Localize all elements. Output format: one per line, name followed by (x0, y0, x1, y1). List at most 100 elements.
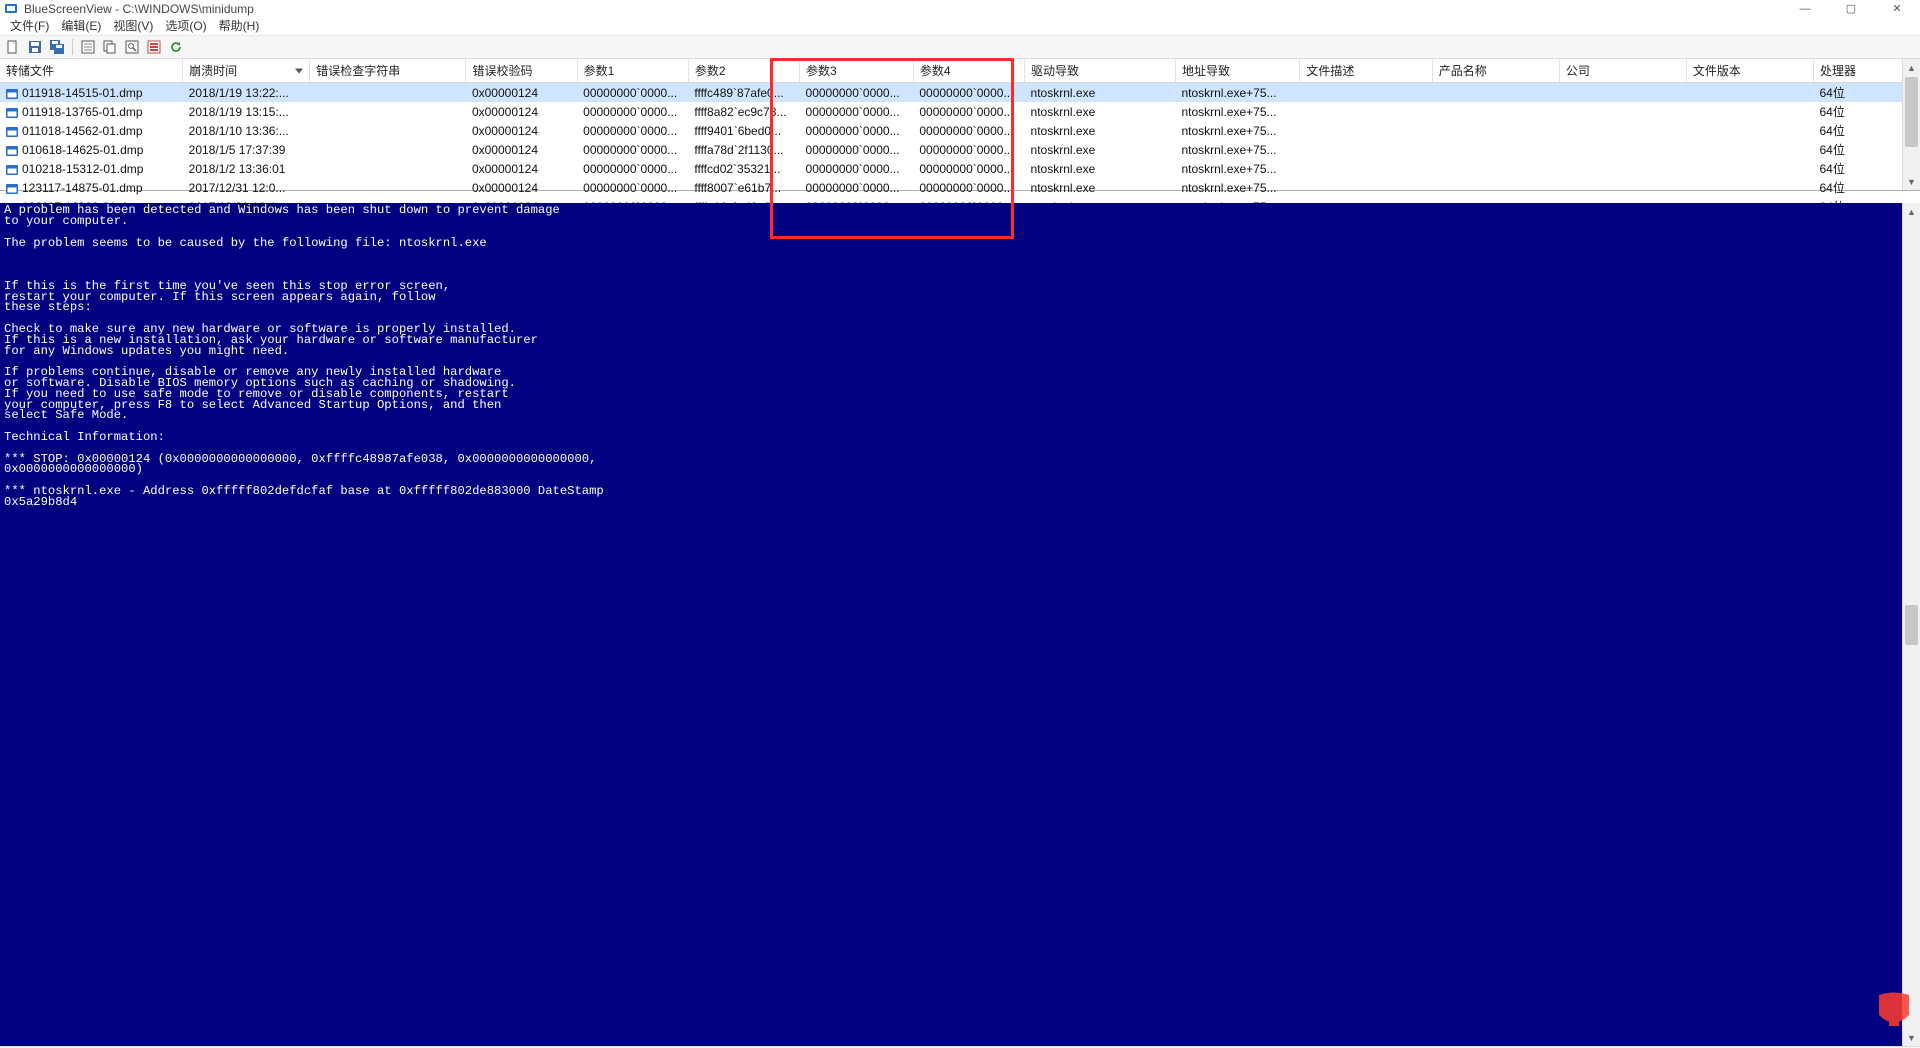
scroll-thumb[interactable] (1905, 605, 1918, 645)
column-header-prodname[interactable]: 产品名称 (1432, 59, 1559, 83)
save-icon[interactable] (26, 38, 44, 56)
column-header-caused_addr[interactable]: 地址导致 (1175, 59, 1299, 83)
dump-file-icon (6, 164, 18, 174)
cell-bugcode: 0x00000124 (466, 83, 577, 103)
table-row[interactable]: 010618-14625-01.dmp2018/1/5 17:37:390x00… (0, 140, 1920, 159)
cell-bugstr (310, 102, 466, 121)
cell-p3: 00000000`0000... (800, 102, 914, 121)
column-header-company[interactable]: 公司 (1559, 59, 1686, 83)
toolbar (0, 36, 1920, 59)
properties-icon[interactable] (79, 38, 97, 56)
cell-p2: ffffa78d`2f1130... (688, 140, 799, 159)
save-all-icon[interactable] (48, 38, 66, 56)
cell-dump: 010618-14625-01.dmp (0, 140, 183, 159)
column-header-p3[interactable]: 参数3 (800, 59, 914, 83)
cell-crashtime: 2017/12/31 12:0... (183, 178, 310, 197)
pane-vertical-scrollbar[interactable]: ▲ ▼ (1902, 203, 1920, 1046)
cell-p1: 00000000`0000... (577, 121, 688, 140)
table-vertical-scrollbar[interactable]: ▲ ▼ (1902, 59, 1920, 190)
cell-bugcode: 0x00000124 (466, 121, 577, 140)
titlebar[interactable]: BlueScreenView - C:\WINDOWS\minidump — ▢… (0, 0, 1920, 17)
column-header-bugcode[interactable]: 错误校验码 (466, 59, 577, 83)
refresh-icon[interactable] (167, 38, 185, 56)
column-header-caused_driver[interactable]: 驱动导致 (1025, 59, 1176, 83)
cell-filedesc (1300, 83, 1432, 103)
table-row[interactable]: 011918-14515-01.dmp2018/1/19 13:22:... 0x… (0, 83, 1920, 103)
column-header-bugstr[interactable]: 错误检查字符串 (310, 59, 466, 83)
menu-view[interactable]: 视图(V) (107, 17, 159, 35)
cell-p3: 00000000`0000... (800, 121, 914, 140)
cell-company (1559, 178, 1686, 197)
cell-p2: ffffc489`87afe0... (688, 83, 799, 103)
cell-p4: 00000000`0000... (913, 140, 1024, 159)
table-row[interactable]: 123117-14875-01.dmp2017/12/31 12:0...0x0… (0, 178, 1920, 197)
column-header-p4[interactable]: 参数4 (913, 59, 1024, 83)
cell-filever (1686, 159, 1813, 178)
cell-dump: 011918-14515-01.dmp (0, 83, 183, 103)
minimize-button[interactable]: — (1782, 0, 1828, 17)
cell-p3: 00000000`0000... (800, 159, 914, 178)
column-header-dump[interactable]: 转储文件 (0, 59, 183, 83)
cell-p2: ffff9401`6bed0... (688, 121, 799, 140)
cell-p4: 00000000`0000... (913, 159, 1024, 178)
column-header-crashtime[interactable]: 崩溃时间 (183, 59, 310, 83)
scroll-down-icon[interactable]: ▼ (1903, 173, 1920, 190)
cell-company (1559, 159, 1686, 178)
cell-prodname (1432, 102, 1559, 121)
cell-p2: ffff8a82`ec9c78... (688, 102, 799, 121)
file-icon[interactable] (4, 38, 22, 56)
options-icon[interactable] (145, 38, 163, 56)
column-header-p1[interactable]: 参数1 (577, 59, 688, 83)
scroll-thumb[interactable] (1905, 77, 1918, 147)
cell-caused_addr: ntoskrnl.exe+75... (1175, 140, 1299, 159)
cell-bugstr (310, 83, 466, 103)
menu-options[interactable]: 选项(O) (159, 17, 212, 35)
toolbar-separator (72, 39, 73, 55)
find-icon[interactable] (123, 38, 141, 56)
cell-filever (1686, 140, 1813, 159)
cell-p4: 00000000`0000... (913, 121, 1024, 140)
cell-company (1559, 102, 1686, 121)
cell-p2: ffffcd02`35321... (688, 159, 799, 178)
scroll-up-icon[interactable]: ▲ (1903, 203, 1920, 220)
cell-prodname (1432, 178, 1559, 197)
dump-file-icon (6, 107, 18, 117)
scroll-down-icon[interactable]: ▼ (1903, 1029, 1920, 1046)
column-header-filever[interactable]: 文件版本 (1686, 59, 1813, 83)
table-row[interactable]: 010218-15312-01.dmp2018/1/2 13:36:010x00… (0, 159, 1920, 178)
table-row[interactable]: 011918-13765-01.dmp2018/1/19 13:15:...0x… (0, 102, 1920, 121)
cell-p2: ffff8007`e61b7... (688, 178, 799, 197)
cell-prodname (1432, 159, 1559, 178)
cell-filever (1686, 83, 1813, 103)
cell-company (1559, 121, 1686, 140)
dump-table[interactable]: 转储文件崩溃时间错误检查字符串错误校验码参数1参数2参数3参数4驱动导致地址导致… (0, 59, 1920, 216)
cell-caused_addr: ntoskrnl.exe+75... (1175, 178, 1299, 197)
menu-edit[interactable]: 编辑(E) (55, 17, 107, 35)
cell-dump: 123117-14875-01.dmp (0, 178, 183, 197)
menu-file[interactable]: 文件(F) (4, 17, 55, 35)
scroll-up-icon[interactable]: ▲ (1903, 59, 1920, 76)
close-button[interactable]: ✕ (1874, 0, 1920, 17)
menu-help[interactable]: 帮助(H) (213, 17, 266, 35)
cell-bugstr (310, 121, 466, 140)
cell-caused_addr: ntoskrnl.exe+75... (1175, 83, 1299, 103)
cell-bugstr (310, 178, 466, 197)
cell-crashtime: 2018/1/19 13:22:... (183, 83, 310, 103)
table-header-row[interactable]: 转储文件崩溃时间错误检查字符串错误校验码参数1参数2参数3参数4驱动导致地址导致… (0, 59, 1920, 83)
maximize-button[interactable]: ▢ (1828, 0, 1874, 17)
column-header-p2[interactable]: 参数2 (688, 59, 799, 83)
cell-p3: 00000000`0000... (800, 83, 914, 103)
table-row[interactable]: 011018-14562-01.dmp2018/1/10 13:36:...0x… (0, 121, 1920, 140)
cell-prodname (1432, 121, 1559, 140)
cell-dump: 011918-13765-01.dmp (0, 102, 183, 121)
copy-icon[interactable] (101, 38, 119, 56)
dump-file-icon (6, 145, 18, 155)
cell-filever (1686, 121, 1813, 140)
cell-caused_driver: ntoskrnl.exe (1025, 102, 1176, 121)
cell-crashtime: 2018/1/2 13:36:01 (183, 159, 310, 178)
cell-bugstr (310, 140, 466, 159)
cell-filedesc (1300, 178, 1432, 197)
column-header-filedesc[interactable]: 文件描述 (1300, 59, 1432, 83)
cell-p1: 00000000`0000... (577, 178, 688, 197)
cell-crashtime: 2018/1/19 13:15:... (183, 102, 310, 121)
